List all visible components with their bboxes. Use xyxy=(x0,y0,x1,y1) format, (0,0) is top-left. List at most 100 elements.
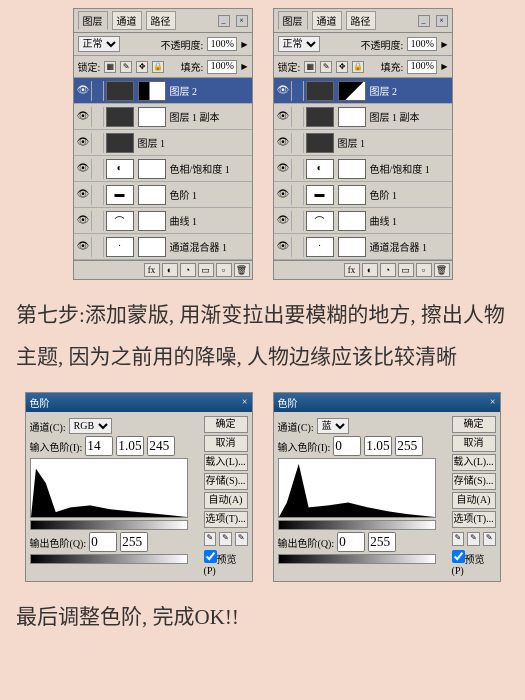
lock-all-icon[interactable]: 🔒 xyxy=(152,61,164,73)
folder-icon[interactable]: ▭ xyxy=(198,263,214,277)
input-black[interactable] xyxy=(85,436,113,456)
mask-icon[interactable]: ◐ xyxy=(362,263,378,277)
eye-icon[interactable]: 👁 xyxy=(276,211,292,231)
layer-thumb[interactable] xyxy=(106,81,134,101)
load-button[interactable]: 载入(L)... xyxy=(204,454,248,471)
output-white[interactable] xyxy=(120,532,148,552)
eye-icon[interactable]: 👁 xyxy=(276,185,292,205)
blend-mode-select[interactable]: 正常 xyxy=(78,36,120,52)
tab-channels[interactable]: 通道 xyxy=(112,11,142,30)
eye-icon[interactable]: 👁 xyxy=(276,107,292,127)
eye-icon[interactable]: 👁 xyxy=(76,185,92,205)
layer-row[interactable]: 👁⌒曲线 1 xyxy=(74,208,252,234)
close-icon[interactable]: × xyxy=(236,15,248,27)
opacity-arrow-icon[interactable]: ▶ xyxy=(241,40,247,49)
output-black[interactable] xyxy=(89,532,117,552)
mask-thumb[interactable] xyxy=(138,81,166,101)
lock-transparent-icon[interactable]: ▦ xyxy=(304,61,316,73)
mask-thumb[interactable] xyxy=(138,107,166,127)
output-gradient[interactable] xyxy=(278,554,436,564)
black-picker-icon[interactable]: ✎ xyxy=(204,532,217,546)
adj-thumb[interactable]: · xyxy=(106,237,134,257)
lock-paint-icon[interactable]: ✎ xyxy=(320,61,332,73)
new-layer-icon[interactable]: ▫ xyxy=(216,263,232,277)
white-picker-icon[interactable]: ✎ xyxy=(235,532,248,546)
layer-row[interactable]: 👁▬色阶 1 xyxy=(74,182,252,208)
folder-icon[interactable]: ▭ xyxy=(398,263,414,277)
auto-button[interactable]: 自动(A) xyxy=(204,492,248,509)
trash-icon[interactable]: 🗑 xyxy=(434,263,450,277)
eye-icon[interactable]: 👁 xyxy=(76,159,92,179)
close-icon[interactable]: × xyxy=(490,397,496,408)
arrow-icon[interactable]: ▶ xyxy=(441,40,447,49)
lock-transparent-icon[interactable]: ▦ xyxy=(104,61,116,73)
eye-icon[interactable]: 👁 xyxy=(76,237,92,257)
layer-row[interactable]: 👁◐色相/饱和度 1 xyxy=(74,156,252,182)
layer-row[interactable]: 👁·通道混合器 1 xyxy=(74,234,252,260)
fx-icon[interactable]: fx xyxy=(144,263,160,277)
layer-thumb[interactable] xyxy=(106,107,134,127)
tab-layers[interactable]: 图层 xyxy=(278,11,308,30)
eye-icon[interactable]: 👁 xyxy=(76,107,92,127)
mask-thumb[interactable] xyxy=(138,185,166,205)
input-black[interactable] xyxy=(333,436,361,456)
arrow-icon[interactable]: ▶ xyxy=(441,62,447,71)
auto-button[interactable]: 自动(A) xyxy=(452,492,496,509)
input-gradient[interactable] xyxy=(30,520,188,530)
preview-checkbox[interactable]: 预览(P) xyxy=(452,550,496,577)
gray-picker-icon[interactable]: ✎ xyxy=(467,532,480,546)
options-button[interactable]: 选项(T)... xyxy=(452,511,496,528)
channel-select[interactable]: 蓝 xyxy=(317,418,349,434)
layer-row[interactable]: 👁·通道混合器 1 xyxy=(274,234,452,260)
layer-row[interactable]: 👁图层 1 副本 xyxy=(74,104,252,130)
tab-channels[interactable]: 通道 xyxy=(312,11,342,30)
adj-thumb[interactable]: ◐ xyxy=(106,159,134,179)
load-button[interactable]: 载入(L)... xyxy=(452,454,496,471)
close-icon[interactable]: × xyxy=(242,397,248,408)
minimize-icon[interactable]: _ xyxy=(218,15,230,27)
eye-icon[interactable]: 👁 xyxy=(76,211,92,231)
adjustment-icon[interactable]: ◔ xyxy=(180,263,196,277)
tab-layers[interactable]: 图层 xyxy=(78,11,108,30)
new-layer-icon[interactable]: ▫ xyxy=(416,263,432,277)
save-button[interactable]: 存储(S)... xyxy=(204,473,248,490)
blend-mode-select[interactable]: 正常 xyxy=(278,36,320,52)
layer-row[interactable]: 👁图层 1 xyxy=(274,130,452,156)
eye-icon[interactable]: 👁 xyxy=(76,81,92,101)
layer-row[interactable]: 👁图层 1 副本 xyxy=(274,104,452,130)
gray-picker-icon[interactable]: ✎ xyxy=(219,532,232,546)
black-picker-icon[interactable]: ✎ xyxy=(452,532,465,546)
fill-input[interactable] xyxy=(207,60,237,74)
eye-icon[interactable]: 👁 xyxy=(276,159,292,179)
input-gamma[interactable] xyxy=(364,436,392,456)
eye-icon[interactable]: 👁 xyxy=(76,133,92,153)
fx-icon[interactable]: fx xyxy=(344,263,360,277)
output-black[interactable] xyxy=(337,532,365,552)
mask-thumb[interactable] xyxy=(138,159,166,179)
layer-row[interactable]: 👁◐色相/饱和度 1 xyxy=(274,156,452,182)
lock-all-icon[interactable]: 🔒 xyxy=(352,61,364,73)
tab-paths[interactable]: 路径 xyxy=(346,11,376,30)
mask-thumb[interactable] xyxy=(138,211,166,231)
tab-paths[interactable]: 路径 xyxy=(146,11,176,30)
mask-thumb[interactable] xyxy=(338,81,366,101)
adj-thumb[interactable]: ⌒ xyxy=(106,211,134,231)
mask-thumb[interactable] xyxy=(138,237,166,257)
layer-row[interactable]: 👁⌒曲线 1 xyxy=(274,208,452,234)
opacity-input[interactable] xyxy=(407,37,437,51)
input-white[interactable] xyxy=(147,436,175,456)
options-button[interactable]: 选项(T)... xyxy=(204,511,248,528)
mask-icon[interactable]: ◐ xyxy=(162,263,178,277)
cancel-button[interactable]: 取消 xyxy=(204,435,248,452)
ok-button[interactable]: 确定 xyxy=(452,416,496,433)
adj-thumb[interactable]: ▬ xyxy=(106,185,134,205)
input-white[interactable] xyxy=(395,436,423,456)
lock-paint-icon[interactable]: ✎ xyxy=(120,61,132,73)
trash-icon[interactable]: 🗑 xyxy=(234,263,250,277)
preview-checkbox[interactable]: 预览(P) xyxy=(204,550,248,577)
ok-button[interactable]: 确定 xyxy=(204,416,248,433)
lock-move-icon[interactable]: ✥ xyxy=(336,61,348,73)
layer-row[interactable]: 👁▬色阶 1 xyxy=(274,182,452,208)
cancel-button[interactable]: 取消 xyxy=(452,435,496,452)
output-gradient[interactable] xyxy=(30,554,188,564)
